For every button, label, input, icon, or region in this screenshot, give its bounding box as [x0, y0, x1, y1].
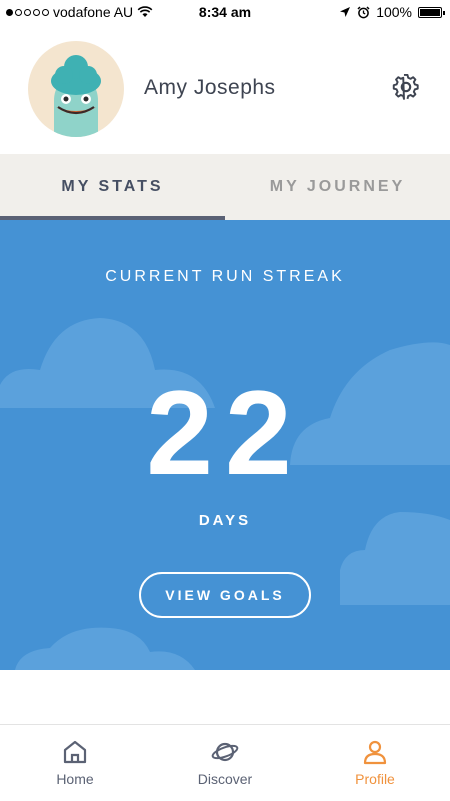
alarm-clock-icon — [357, 5, 370, 18]
status-indicators: 100% — [339, 4, 450, 20]
home-icon — [63, 740, 87, 764]
battery-percent: 100% — [376, 4, 412, 20]
person-icon — [363, 740, 387, 765]
smiling-character-avatar-icon — [51, 55, 101, 137]
bottom-nav: Home Discover Profile — [0, 724, 450, 801]
view-goals-button[interactable]: VIEW GOALS — [139, 572, 311, 618]
profile-tabs: MY STATS MY JOURNEY — [0, 154, 450, 220]
run-streak-panel: CURRENT RUN STREAK 22 DAYS VIEW GOALS — [0, 220, 450, 670]
nav-discover[interactable]: Discover — [150, 725, 300, 801]
tab-my-stats[interactable]: MY STATS — [0, 154, 225, 220]
user-name: Amy Josephs — [144, 76, 276, 99]
carrier-info: vodafone AU — [0, 4, 153, 20]
streak-unit: DAYS — [198, 512, 252, 529]
nav-profile[interactable]: Profile — [300, 725, 450, 801]
nav-home[interactable]: Home — [0, 725, 150, 801]
battery-icon — [418, 6, 445, 18]
gear-icon — [392, 73, 419, 100]
streak-value: 22 — [146, 366, 304, 500]
planet-icon — [211, 742, 239, 762]
nav-discover-label: Discover — [197, 771, 253, 787]
settings-button[interactable] — [390, 70, 422, 104]
streak-label: CURRENT RUN STREAK — [105, 268, 345, 285]
signal-strength-icon — [6, 8, 49, 16]
profile-header: Amy Josephs — [0, 24, 450, 154]
nav-home-label: Home — [56, 771, 94, 787]
carrier-name: vodafone AU — [53, 4, 134, 20]
tab-my-journey[interactable]: MY JOURNEY — [225, 154, 450, 220]
status-bar: vodafone AU 8:34 am 100% — [0, 0, 450, 24]
location-arrow-icon — [340, 7, 351, 17]
wifi-icon — [137, 6, 153, 17]
nav-profile-label: Profile — [355, 771, 395, 787]
avatar[interactable] — [28, 41, 124, 137]
